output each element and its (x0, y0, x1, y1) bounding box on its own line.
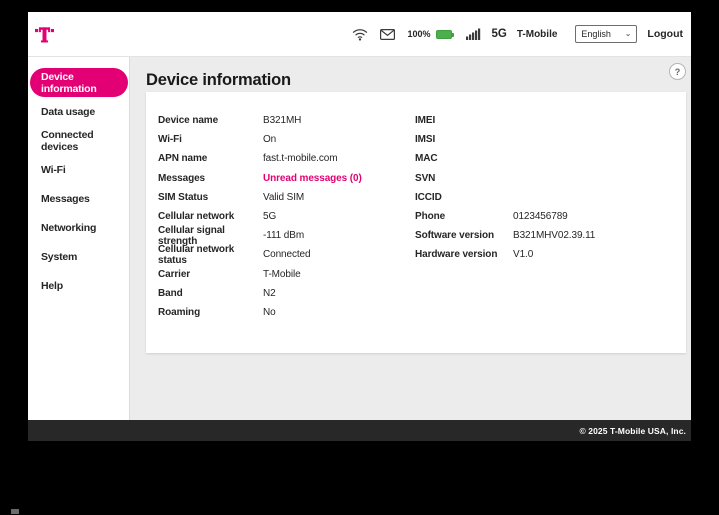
info-value: V1.0 (513, 249, 534, 261)
info-label: ICCID (415, 191, 442, 203)
info-label: Wi-Fi (158, 134, 182, 146)
app-window: 100% 5G T-Mobile English ⌄ Logout Device… (28, 12, 691, 441)
sidebar-item-data-usage[interactable]: Data usage (28, 97, 129, 126)
info-label: Band (158, 287, 183, 299)
sidebar-item-wi-fi[interactable]: Wi-Fi (28, 155, 129, 184)
window-body: Device information Data usage Connected de… (28, 57, 691, 420)
network-badge: 5G (491, 28, 507, 40)
chevron-down-icon: ⌄ (624, 29, 632, 38)
signal-bars-icon (465, 28, 481, 40)
info-value: 5G (263, 211, 277, 223)
info-label: Phone (415, 211, 446, 223)
battery-icon (435, 29, 454, 39)
info-label: APN name (158, 153, 208, 165)
info-label: Cellular network status (158, 243, 235, 266)
sidebar-item-system[interactable]: System (28, 242, 129, 271)
battery-percent: 100% (407, 29, 431, 39)
info-row-carrier: Carrier T-Mobile (158, 265, 415, 284)
info-value: On (263, 134, 277, 146)
info-row-cellular-network-status: Cellular network status Connected (158, 243, 415, 266)
app-footer: © 2025 T-Mobile USA, Inc. (28, 420, 691, 441)
status-bar: 100% 5G T-Mobile English ⌄ Logout (352, 25, 683, 43)
info-value: -111 dBm (263, 230, 305, 242)
info-row-cellular-signal-strength: Cellular signal strength -111 dBm (158, 225, 415, 247)
info-label: MAC (415, 153, 438, 165)
info-row-device-name: Device name B321MH (158, 111, 415, 130)
info-column-right: IMEI IMSI MAC SVN ICCID Phone 0123456789 Softwa… (415, 111, 686, 353)
t-mobile-logo-glyph (35, 26, 54, 42)
info-label: Hardware version (415, 249, 498, 261)
info-row-imsi: IMSI (415, 130, 686, 149)
info-value: No (263, 306, 276, 318)
app-header: 100% 5G T-Mobile English ⌄ Logout (28, 12, 691, 57)
info-row-band: Band N2 (158, 284, 415, 303)
t-mobile-logo (35, 21, 61, 47)
help-button[interactable]: ? (669, 63, 686, 80)
language-select-value: English (581, 29, 611, 39)
info-column-left: Device name B321MH Wi-Fi On APN name fast.t-m… (158, 111, 415, 353)
info-row-phone: Phone 0123456789 (415, 207, 686, 226)
page-title: Device information (146, 71, 291, 89)
info-row-roaming: Roaming No (158, 303, 415, 322)
main-content: Device information ? Device name B321MH Wi… (130, 57, 691, 420)
sidebar-item-networking[interactable]: Networking (28, 213, 129, 242)
sidebar-item-messages[interactable]: Messages (28, 184, 129, 213)
sidebar-item-connected-devices[interactable]: Connected devices (28, 126, 129, 155)
sidebar-item-device-information[interactable]: Device information (30, 68, 128, 97)
info-value: T-Mobile (263, 268, 301, 280)
info-row-hardware-version: Hardware version V1.0 (415, 245, 686, 264)
info-row-mac: MAC (415, 149, 686, 168)
info-value: B321MHV02.39.11 (513, 230, 596, 242)
info-row-software-version: Software version B321MHV02.39.11 (415, 226, 686, 245)
info-row-svn: SVN (415, 169, 686, 188)
info-label: SVN (415, 172, 436, 184)
sidebar-item-help[interactable]: Help (28, 271, 129, 300)
info-label: IMSI (415, 134, 436, 146)
info-value: 0123456789 (513, 211, 568, 223)
sidebar: Device information Data usage Connected de… (28, 57, 130, 420)
info-label: Messages (158, 172, 206, 184)
info-label: Carrier (158, 268, 191, 280)
info-value: Valid SIM (263, 191, 305, 203)
info-row-sim-status: SIM Status Valid SIM (158, 188, 415, 207)
info-label: Cellular network (158, 211, 235, 223)
wifi-icon (352, 28, 368, 41)
info-value: Connected (263, 249, 311, 261)
screen-corner-artifact (11, 509, 19, 514)
info-row-iccid: ICCID (415, 188, 686, 207)
info-label: IMEI (415, 115, 436, 127)
copyright-text: © 2025 T-Mobile USA, Inc. (579, 425, 686, 436)
info-row-cellular-network: Cellular network 5G (158, 207, 415, 226)
info-row-wi-fi: Wi-Fi On (158, 130, 415, 149)
info-label: Roaming (158, 306, 201, 318)
info-label: Software version (415, 230, 494, 242)
info-row-apn-name: APN name fast.t-mobile.com (158, 149, 415, 168)
info-row-imei: IMEI (415, 111, 686, 130)
info-row-messages: Messages Unread messages (0) (158, 169, 415, 188)
info-label: Device name (158, 115, 219, 127)
info-value: N2 (263, 287, 276, 299)
language-select[interactable]: English ⌄ (575, 25, 638, 43)
info-value: B321MH (263, 115, 302, 127)
carrier-name: T-Mobile (516, 28, 558, 40)
envelope-icon (380, 28, 396, 40)
info-value[interactable]: Unread messages (0) (263, 173, 362, 184)
screen: 100% 5G T-Mobile English ⌄ Logout Device… (0, 0, 719, 515)
info-value: fast.t-mobile.com (263, 153, 338, 165)
device-info-panel: Device name B321MH Wi-Fi On APN name fast.t-m… (146, 92, 686, 353)
info-label: SIM Status (158, 191, 209, 203)
logout-button[interactable]: Logout (647, 28, 683, 40)
